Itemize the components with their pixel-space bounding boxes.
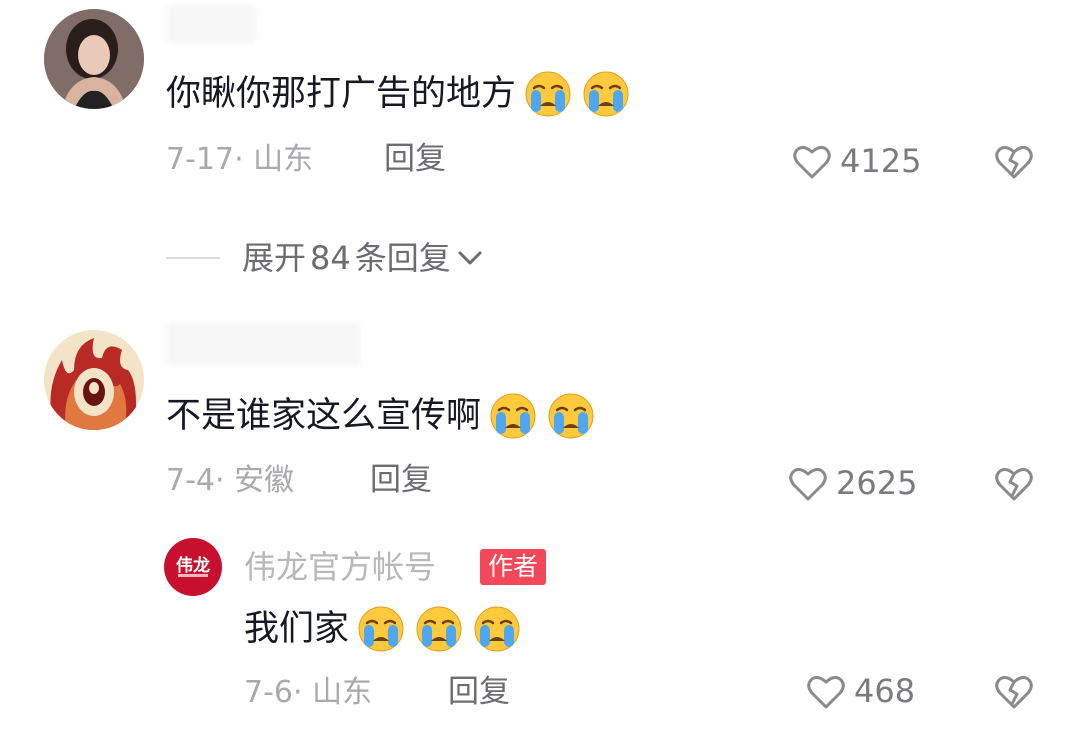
meta-separator: ·	[215, 463, 235, 498]
reply-meta: 7-6· 山东	[244, 678, 372, 708]
reply-date: 7-6	[244, 675, 293, 710]
crying-emoji-icon	[547, 392, 595, 440]
comment-meta: 7-17· 山东	[166, 145, 313, 175]
crying-emoji-icon	[489, 392, 537, 440]
reply-text-content: 我们家	[244, 608, 350, 649]
brand-logo-subline	[178, 574, 208, 577]
comment-location: 安徽	[234, 463, 295, 498]
like-button[interactable]: 468	[806, 672, 915, 710]
comment-date: 7-17	[166, 142, 235, 177]
reply-text: 我们家	[244, 605, 523, 653]
heart-outline-icon	[793, 145, 831, 179]
comment-text: 你瞅你那打广告的地方	[166, 70, 632, 118]
like-count: 468	[854, 672, 916, 710]
username-redacted	[166, 322, 360, 366]
avatar[interactable]	[44, 9, 144, 109]
brand-logo-text: 伟龙	[176, 556, 210, 575]
crying-emoji-icon	[524, 70, 572, 118]
reply-author-name[interactable]: 伟龙官方帐号	[244, 551, 436, 583]
meta-separator: ·	[234, 142, 254, 177]
comment-text-content: 不是谁家这么宣传啊	[166, 395, 482, 436]
crying-emoji-icon	[582, 70, 630, 118]
broken-heart-icon	[995, 467, 1033, 501]
like-button[interactable]: 4125	[792, 142, 921, 180]
chevron-down-icon	[458, 251, 482, 265]
comment-location: 山东	[253, 142, 314, 177]
broken-heart-icon	[995, 145, 1033, 179]
author-badge: 作者	[480, 549, 547, 585]
comment-date: 7-4	[166, 463, 215, 498]
crying-emoji-icon	[473, 605, 521, 653]
reply-location: 山东	[312, 675, 373, 710]
comment-text: 不是谁家这么宣传啊	[166, 392, 597, 440]
divider	[166, 257, 220, 259]
heart-outline-icon	[807, 675, 845, 709]
crying-emoji-icon	[357, 605, 405, 653]
heart-outline-icon	[789, 467, 827, 501]
expand-suffix: 条回复	[354, 239, 451, 277]
dislike-button[interactable]	[994, 464, 1034, 506]
comment-text-content: 你瞅你那打广告的地方	[166, 73, 517, 114]
expand-replies-button[interactable]: 展开 84 条回复	[166, 242, 485, 274]
dislike-button[interactable]	[994, 142, 1034, 184]
reply-button[interactable]: 回复	[370, 465, 432, 496]
like-count: 2625	[836, 464, 918, 502]
dislike-button[interactable]	[994, 672, 1034, 714]
user-photo-avatar	[44, 9, 144, 109]
like-button[interactable]: 2625	[788, 464, 917, 502]
reply-button[interactable]: 回复	[384, 144, 446, 175]
broken-heart-icon	[995, 675, 1033, 709]
cartoon-avatar	[44, 330, 144, 430]
comment-meta: 7-4· 安徽	[166, 466, 294, 496]
avatar[interactable]	[44, 330, 144, 430]
username-redacted	[166, 4, 256, 44]
reply-button[interactable]: 回复	[448, 677, 510, 708]
expand-prefix: 展开	[242, 239, 307, 277]
meta-separator: ·	[293, 675, 313, 710]
like-count: 4125	[840, 142, 922, 180]
crying-emoji-icon	[415, 605, 463, 653]
expand-count: 84	[310, 239, 351, 277]
author-avatar[interactable]: 伟龙	[164, 538, 222, 596]
